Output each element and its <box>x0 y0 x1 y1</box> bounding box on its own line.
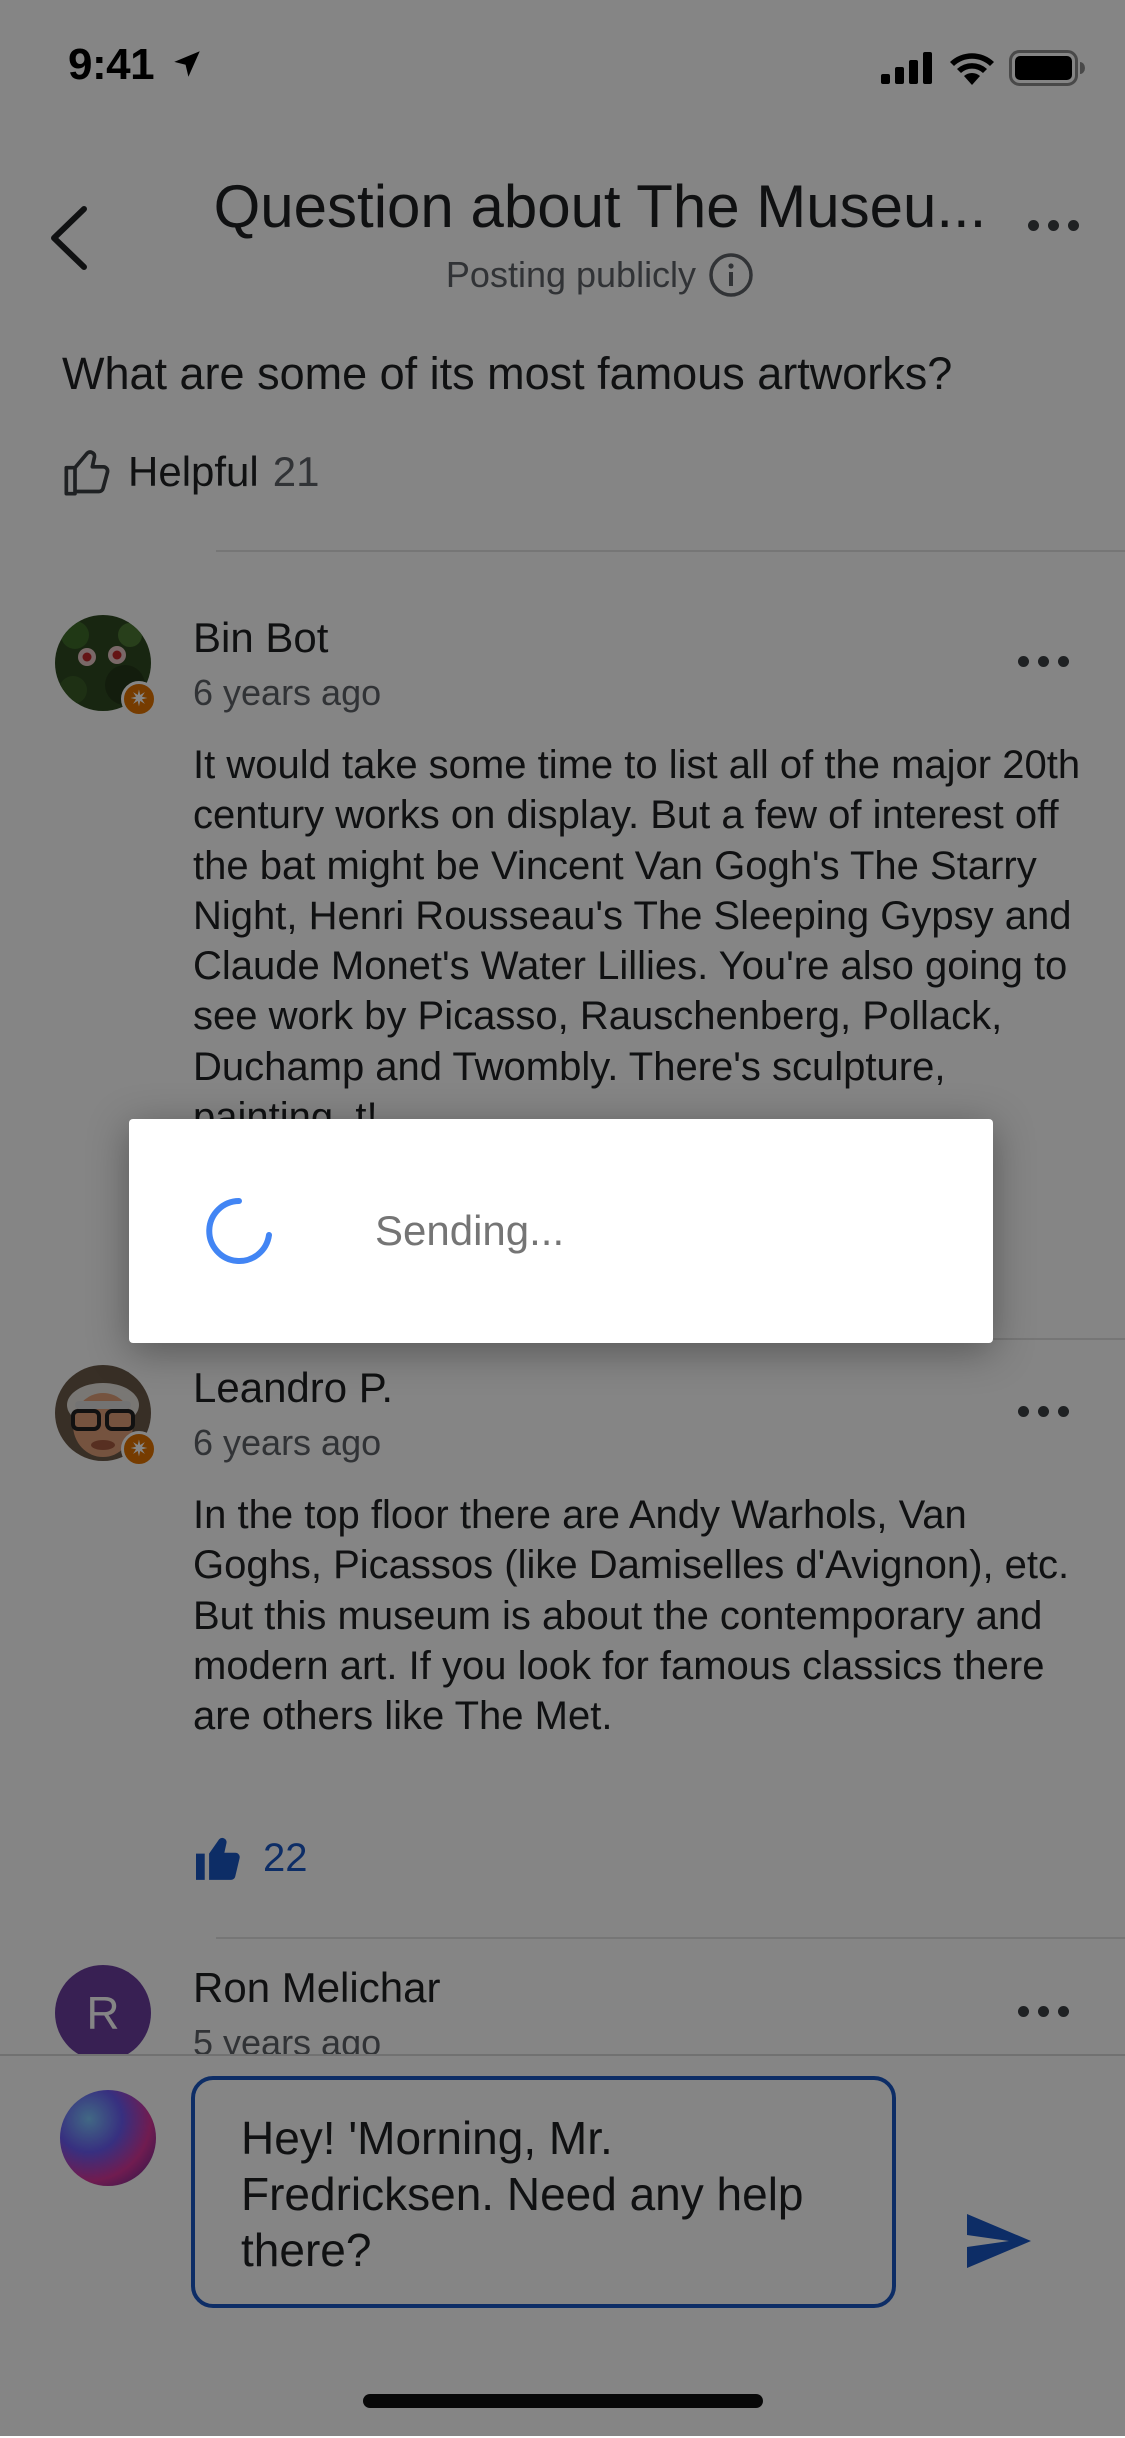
sending-dialog: Sending... <box>129 1119 993 1343</box>
sending-label: Sending... <box>375 1207 565 1254</box>
loading-spinner-icon <box>206 1198 272 1264</box>
